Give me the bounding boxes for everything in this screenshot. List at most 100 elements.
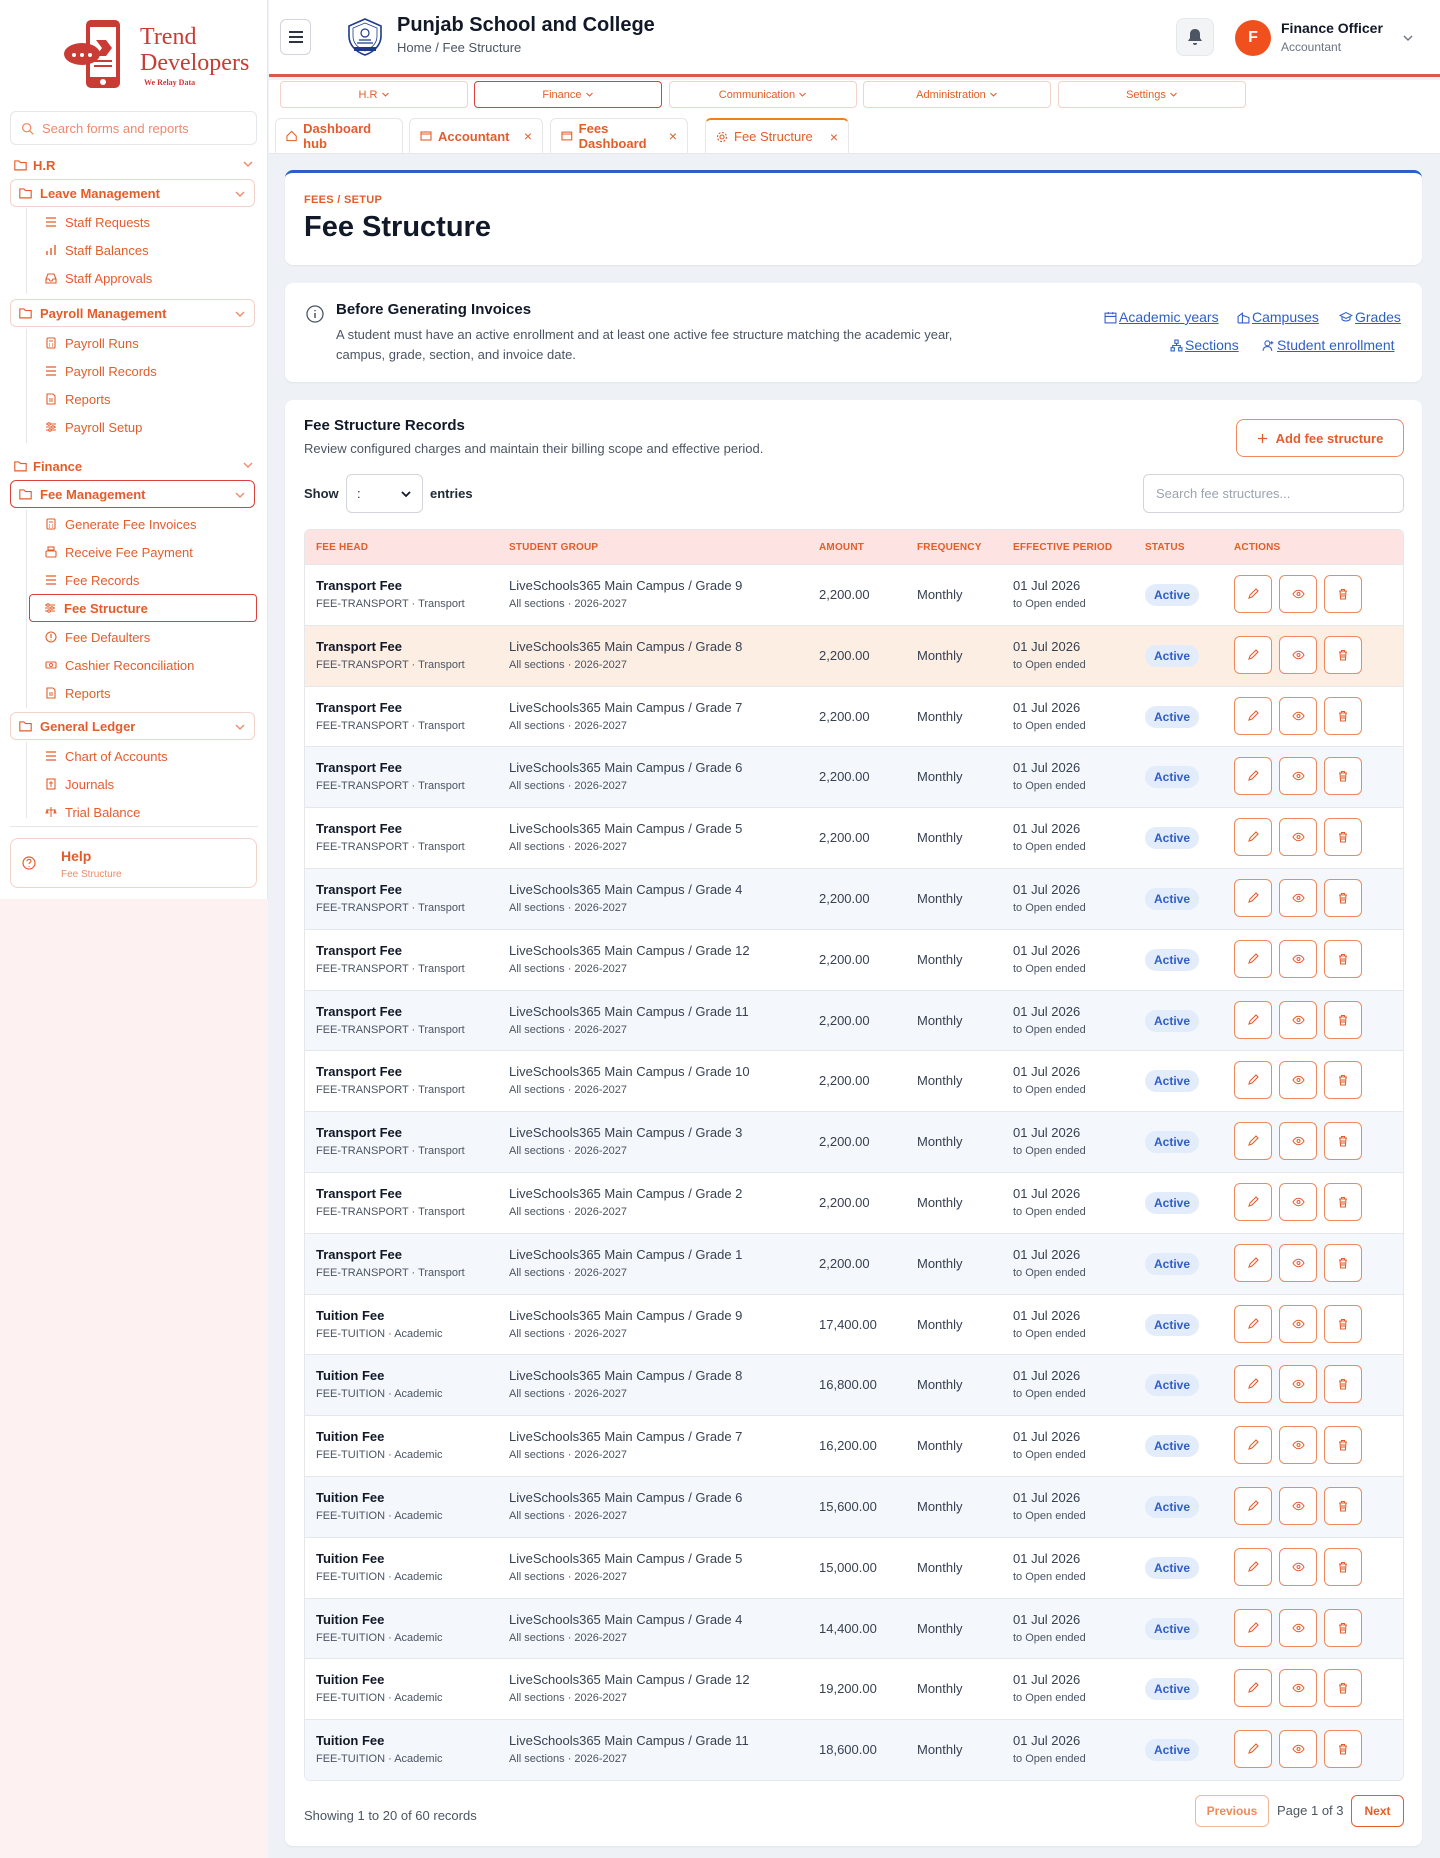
edit-button[interactable] [1234, 696, 1272, 735]
tab-fee-structure[interactable]: Fee Structure × [705, 118, 849, 153]
edit-button[interactable] [1234, 878, 1272, 917]
module-nav-finance[interactable]: Finance [474, 81, 662, 108]
edit-button[interactable] [1234, 1000, 1272, 1039]
close-icon[interactable]: × [669, 128, 677, 144]
sidebar-item-staff-requests[interactable]: Staff Requests [37, 208, 255, 236]
delete-button[interactable] [1324, 878, 1362, 917]
edit-button[interactable] [1234, 635, 1272, 674]
edit-button[interactable] [1234, 1669, 1272, 1708]
edit-button[interactable] [1234, 1365, 1272, 1404]
view-button[interactable] [1279, 1365, 1317, 1404]
module-nav-settings[interactable]: Settings [1058, 81, 1246, 108]
table-row[interactable]: Tuition Fee FEE-TUITION · Academic LiveSch… [305, 1536, 1403, 1598]
delete-button[interactable] [1324, 1669, 1362, 1708]
delete-button[interactable] [1324, 1608, 1362, 1647]
table-row[interactable]: Transport Fee FEE-TRANSPORT · Transport Li… [305, 564, 1403, 625]
table-row[interactable]: Tuition Fee FEE-TUITION · Academic LiveSch… [305, 1597, 1403, 1659]
column-header-frequency[interactable]: FREQUENCY [917, 542, 982, 553]
table-row[interactable]: Transport Fee FEE-TRANSPORT · Transport Li… [305, 1050, 1403, 1111]
sidebar-item-staff-approvals[interactable]: Staff Approvals [37, 264, 255, 292]
table-row[interactable]: Transport Fee FEE-TRANSPORT · Transport Li… [305, 746, 1403, 808]
table-row[interactable]: Tuition Fee FEE-TUITION · Academic LiveSch… [305, 1293, 1403, 1355]
user-name[interactable]: Finance Officer [1281, 20, 1383, 36]
view-button[interactable] [1279, 575, 1317, 613]
page-size-select[interactable]: : [346, 474, 423, 513]
sidebar-item-payroll-runs[interactable]: Payroll Runs [37, 329, 255, 357]
edit-button[interactable] [1234, 818, 1272, 857]
edit-button[interactable] [1234, 1122, 1272, 1161]
delete-button[interactable] [1324, 575, 1362, 613]
tab-dashboard-hub[interactable]: Dashboard hub [275, 118, 403, 153]
sidebar-group-fee-management[interactable]: Fee Management [10, 480, 255, 508]
link-grades[interactable]: Grades [1339, 309, 1401, 325]
sidebar-item-fee-records[interactable]: Fee Records [37, 566, 255, 594]
help-card[interactable]: Help Fee Structure [10, 838, 257, 888]
edit-button[interactable] [1234, 1182, 1272, 1221]
chevron-down-icon[interactable] [1402, 32, 1414, 44]
view-button[interactable] [1279, 1182, 1317, 1221]
close-icon[interactable]: × [524, 128, 532, 144]
view-button[interactable] [1279, 1061, 1317, 1100]
previous-page-button[interactable]: Previous [1195, 1795, 1269, 1827]
column-header-status[interactable]: STATUS [1145, 542, 1185, 553]
module-nav-communication[interactable]: Communication [669, 81, 857, 108]
table-row[interactable]: Tuition Fee FEE-TUITION · Academic LiveSch… [305, 1354, 1403, 1416]
edit-button[interactable] [1234, 939, 1272, 978]
view-button[interactable] [1279, 818, 1317, 857]
view-button[interactable] [1279, 939, 1317, 978]
close-icon[interactable]: × [830, 129, 838, 145]
sidebar-item-payroll-records[interactable]: Payroll Records [37, 357, 255, 385]
column-header-student-group[interactable]: STUDENT GROUP [509, 542, 598, 553]
table-row[interactable]: Tuition Fee FEE-TUITION · Academic LiveSch… [305, 1719, 1403, 1780]
delete-button[interactable] [1324, 1000, 1362, 1039]
brand-logo[interactable]: Trend Developers We Relay Data [60, 18, 249, 92]
table-row[interactable]: Transport Fee FEE-TRANSPORT · Transport Li… [305, 624, 1403, 686]
edit-button[interactable] [1234, 1426, 1272, 1465]
table-row[interactable]: Tuition Fee FEE-TUITION · Academic LiveSch… [305, 1475, 1403, 1537]
column-header-fee-head[interactable]: FEE HEAD [316, 542, 368, 553]
edit-button[interactable] [1234, 757, 1272, 796]
edit-button[interactable] [1234, 1730, 1272, 1769]
delete-button[interactable] [1324, 1730, 1362, 1769]
edit-button[interactable] [1234, 1304, 1272, 1343]
delete-button[interactable] [1324, 1486, 1362, 1525]
sidebar-section-finance[interactable]: Finance [14, 456, 254, 476]
table-row[interactable]: Transport Fee FEE-TRANSPORT · Transport Li… [305, 928, 1403, 990]
column-header-amount[interactable]: AMOUNT [819, 542, 864, 553]
module-nav-hr[interactable]: H.R [280, 81, 468, 108]
sidebar-section-hr[interactable]: H.R [14, 155, 254, 175]
sidebar-search-input[interactable]: Search forms and reports [10, 111, 257, 145]
view-button[interactable] [1279, 1000, 1317, 1039]
edit-button[interactable] [1234, 1486, 1272, 1525]
column-header-effective-period[interactable]: EFFECTIVE PERIOD [1013, 542, 1112, 553]
sidebar-item-trial-balance[interactable]: Trial Balance [37, 798, 255, 818]
edit-button[interactable] [1234, 575, 1272, 613]
view-button[interactable] [1279, 1608, 1317, 1647]
sidebar-item-fee-reports[interactable]: Reports [37, 679, 255, 707]
sidebar-item-cashier-reconciliation[interactable]: Cashier Reconciliation [37, 651, 255, 679]
link-student-enrollment[interactable]: Student enrollment [1262, 337, 1395, 353]
delete-button[interactable] [1324, 818, 1362, 857]
sidebar-item-chart-of-accounts[interactable]: Chart of Accounts [37, 742, 255, 770]
delete-button[interactable] [1324, 1547, 1362, 1586]
sidebar-item-journals[interactable]: Journals [37, 770, 255, 798]
tab-accountant[interactable]: Accountant × [409, 118, 543, 153]
table-row[interactable]: Transport Fee FEE-TRANSPORT · Transport Li… [305, 685, 1403, 747]
sidebar-group-payroll-management[interactable]: Payroll Management [10, 299, 255, 327]
table-row[interactable]: Transport Fee FEE-TRANSPORT · Transport Li… [305, 1171, 1403, 1233]
view-button[interactable] [1279, 696, 1317, 735]
delete-button[interactable] [1324, 939, 1362, 978]
view-button[interactable] [1279, 1486, 1317, 1525]
link-campuses[interactable]: Campuses [1237, 309, 1319, 325]
sidebar-item-payroll-reports[interactable]: Reports [37, 385, 255, 413]
delete-button[interactable] [1324, 1243, 1362, 1282]
view-button[interactable] [1279, 757, 1317, 796]
sidebar-item-generate-fee-invoices[interactable]: Generate Fee Invoices [37, 510, 255, 538]
notifications-button[interactable] [1176, 18, 1214, 56]
delete-button[interactable] [1324, 1365, 1362, 1404]
table-row[interactable]: Tuition Fee FEE-TUITION · Academic LiveSch… [305, 1415, 1403, 1476]
view-button[interactable] [1279, 1426, 1317, 1465]
table-row[interactable]: Transport Fee FEE-TRANSPORT · Transport Li… [305, 989, 1403, 1051]
view-button[interactable] [1279, 878, 1317, 917]
add-fee-structure-button[interactable]: Add fee structure [1236, 419, 1404, 457]
